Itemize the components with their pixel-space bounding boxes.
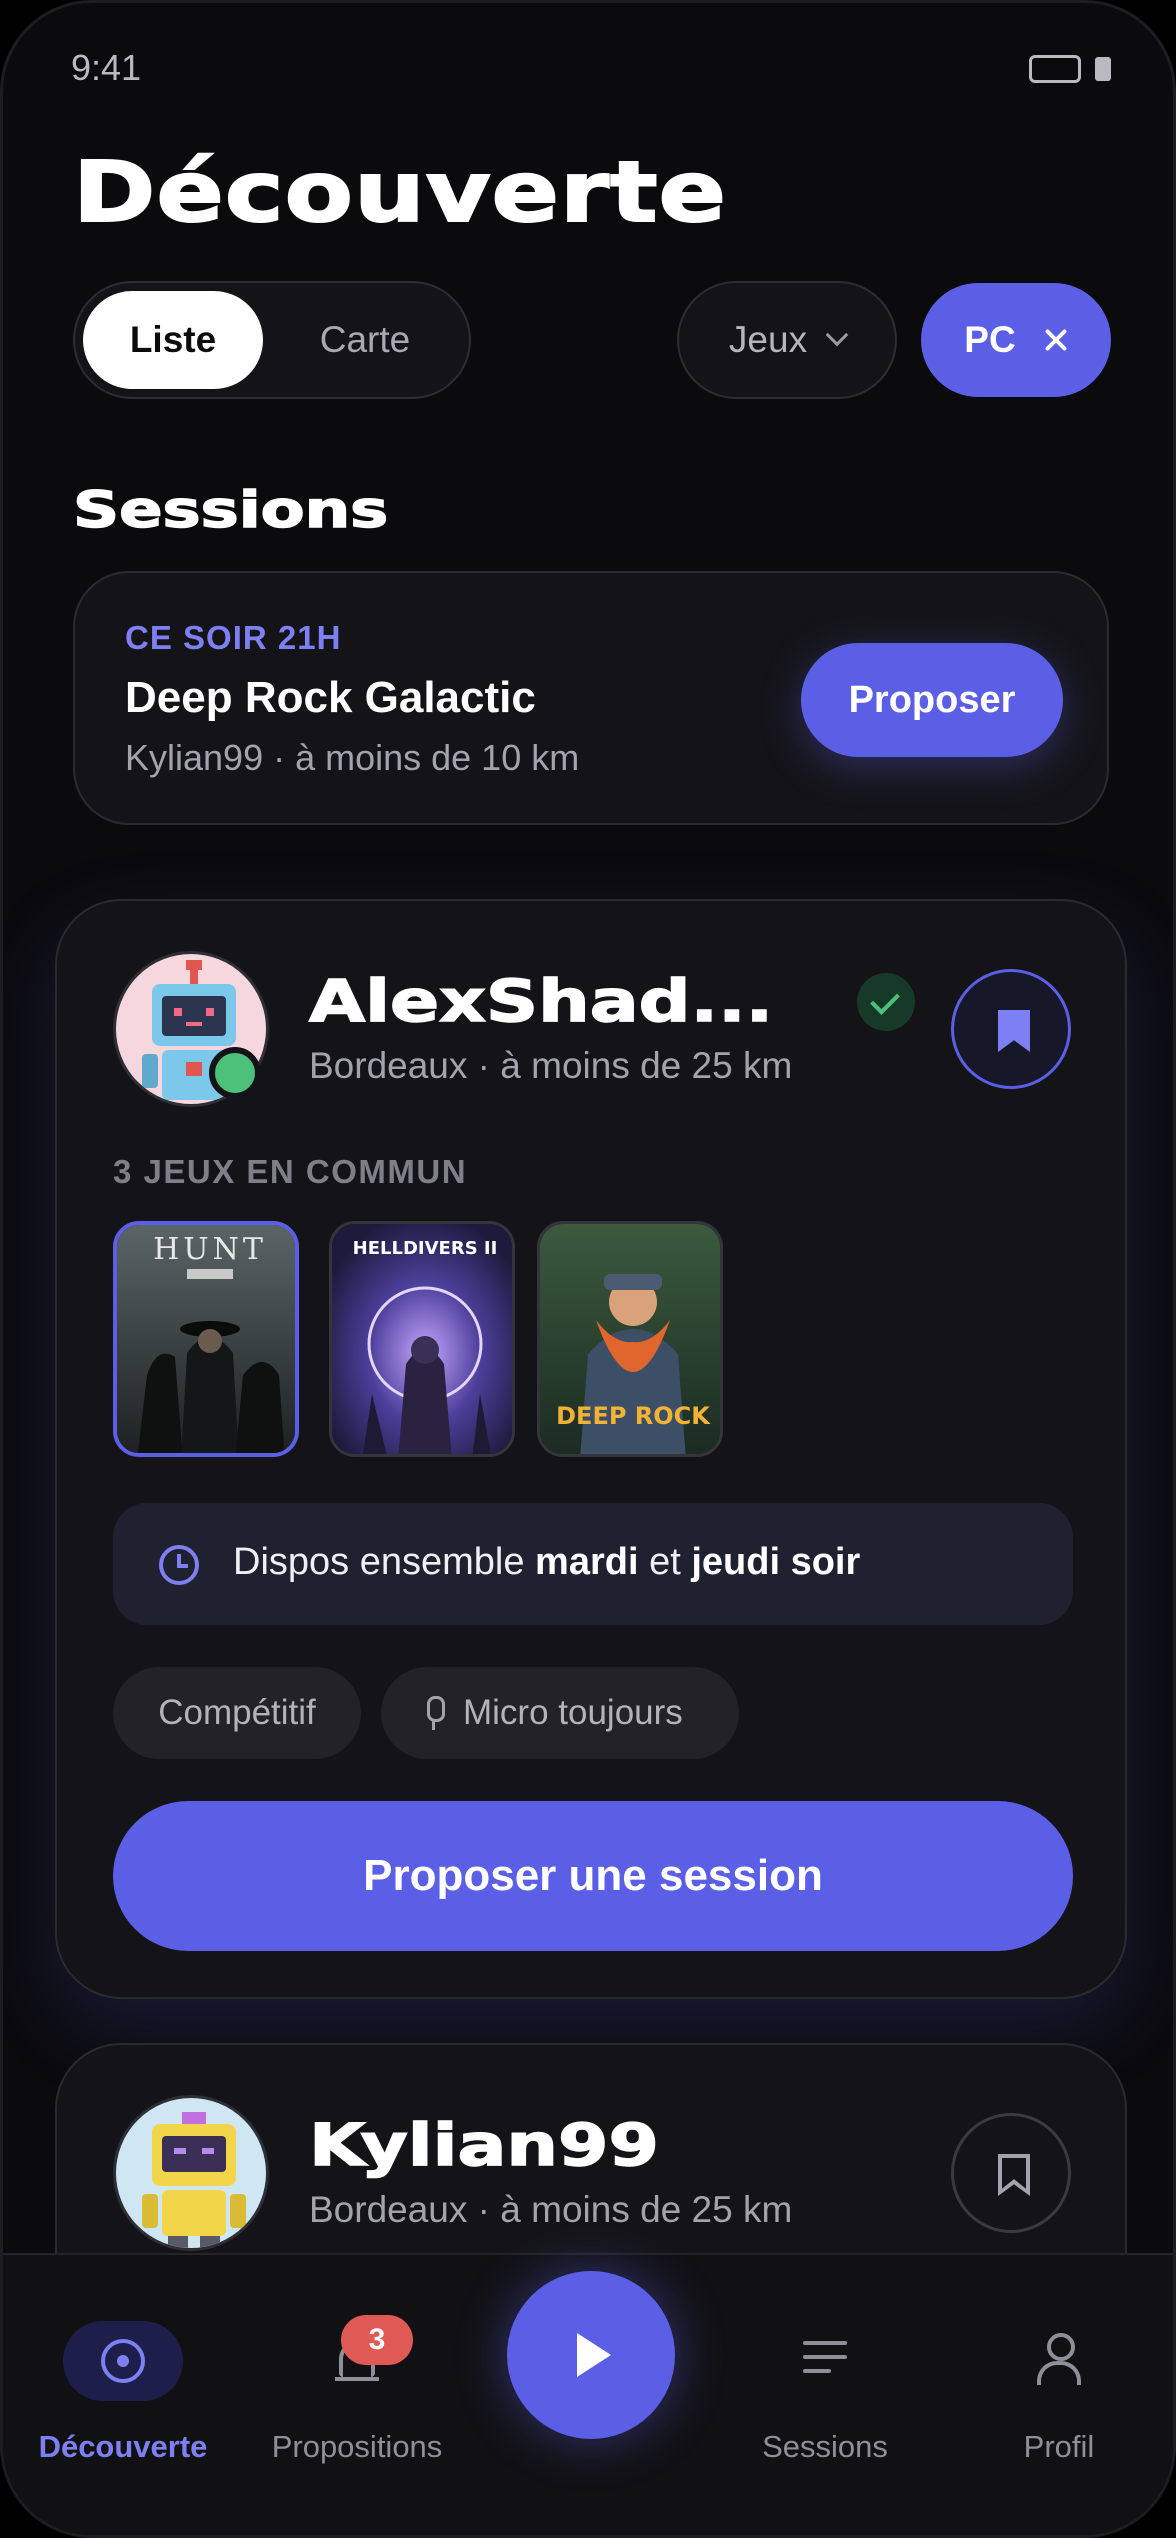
tag-competitive: Compétitif: [113, 1667, 361, 1759]
game-title-deep-rock: DEEP ROCK: [556, 1402, 711, 1430]
availability-banner: Dispos ensemble mardi et jeudi soir: [113, 1503, 1073, 1625]
session-card[interactable]: CE SOIR 21H Deep Rock Galactic Kylian99 …: [73, 571, 1109, 825]
game-title-hunt: HUNT: [153, 1232, 267, 1267]
discover-icon: [101, 2339, 145, 2383]
notification-badge: 3: [341, 2315, 413, 2365]
bookmark-button[interactable]: [951, 969, 1071, 1089]
battery-icon: [1029, 55, 1081, 83]
nav-propositions[interactable]: 3 Propositions: [239, 2255, 475, 2464]
session-host-distance: Kylian99 · à moins de 10 km: [125, 737, 580, 778]
profile-location: Bordeaux · à moins de 25 km: [309, 1045, 793, 1086]
person-icon: [1037, 2333, 1081, 2385]
filter-jeux-label: Jeux: [728, 319, 808, 360]
sessions-heading: Sessions: [72, 480, 389, 540]
game-cover-helldivers[interactable]: HELLDIVERS II: [329, 1221, 515, 1457]
bookmark-icon: [998, 1010, 1030, 1052]
game-cover-deep-rock[interactable]: DEEP ROCK: [537, 1221, 723, 1457]
robot-avatar-icon: [142, 2112, 246, 2248]
verified-check-icon: [857, 973, 915, 1031]
nav-label: Découverte: [38, 2429, 208, 2464]
nav-decouverte[interactable]: Découverte: [5, 2255, 241, 2464]
nav-label: Profil: [1023, 2429, 1095, 2464]
tag-microphone: Micro toujours: [381, 1667, 739, 1759]
phone-screen: 9:41 Découverte Liste Carte Jeux PC Sess…: [0, 0, 1176, 2538]
bookmark-outline-icon: [998, 2154, 1030, 2196]
common-games-label: 3 JEUX EN COMMUN: [113, 1153, 468, 1190]
profile-location: Bordeaux · à moins de 25 km: [309, 2189, 793, 2230]
profile-name: Kylian99: [308, 2110, 660, 2180]
session-time: CE SOIR 21H: [125, 619, 342, 656]
nav-label: Sessions: [762, 2429, 888, 2464]
game-cover-hunt[interactable]: HUNT: [113, 1221, 299, 1457]
status-time: 9:41: [71, 47, 142, 88]
nav-active-pill: [63, 2321, 183, 2401]
battery-cap-icon: [1095, 57, 1111, 81]
filter-pc-chip[interactable]: PC: [921, 283, 1111, 397]
nav-sessions[interactable]: Sessions: [707, 2255, 943, 2464]
propose-session-button[interactable]: Proposer une session: [113, 1801, 1073, 1951]
tag-microphone-label: Micro toujours: [463, 1693, 683, 1732]
page-title: Découverte: [72, 142, 728, 242]
filter-pc-label: PC: [964, 319, 1016, 360]
nav-profil[interactable]: Profil: [941, 2255, 1173, 2464]
close-icon[interactable]: [1044, 328, 1068, 352]
toggle-liste[interactable]: Liste: [83, 291, 263, 389]
session-game: Deep Rock Galactic: [125, 673, 536, 722]
toggle-carte[interactable]: Carte: [275, 291, 455, 389]
availability-text: Dispos ensemble mardi et jeudi soir: [233, 1541, 861, 1583]
profile-name: AlexShad...: [308, 966, 774, 1036]
propose-button[interactable]: Proposer: [801, 643, 1063, 757]
chevron-down-icon: [825, 323, 849, 347]
online-status-dot: [209, 1047, 261, 1099]
list-lines-icon: [803, 2341, 847, 2375]
avatar[interactable]: [113, 2095, 269, 2251]
game-title-helldivers: HELLDIVERS II: [353, 1238, 498, 1259]
microphone-icon: [425, 1696, 445, 1730]
clock-icon: [159, 1545, 199, 1585]
nav-label: Propositions: [271, 2429, 443, 2464]
bookmark-button[interactable]: [951, 2113, 1071, 2233]
play-button[interactable]: [507, 2271, 675, 2439]
play-icon: [577, 2333, 611, 2377]
profile-card[interactable]: AlexShad... Bordeaux · à moins de 25 km …: [55, 899, 1127, 1999]
bottom-navigation: Découverte 3 Propositions Sessions Profi…: [3, 2253, 1173, 2535]
view-toggle: Liste Carte: [73, 281, 471, 399]
filter-jeux-dropdown[interactable]: Jeux: [677, 281, 897, 399]
